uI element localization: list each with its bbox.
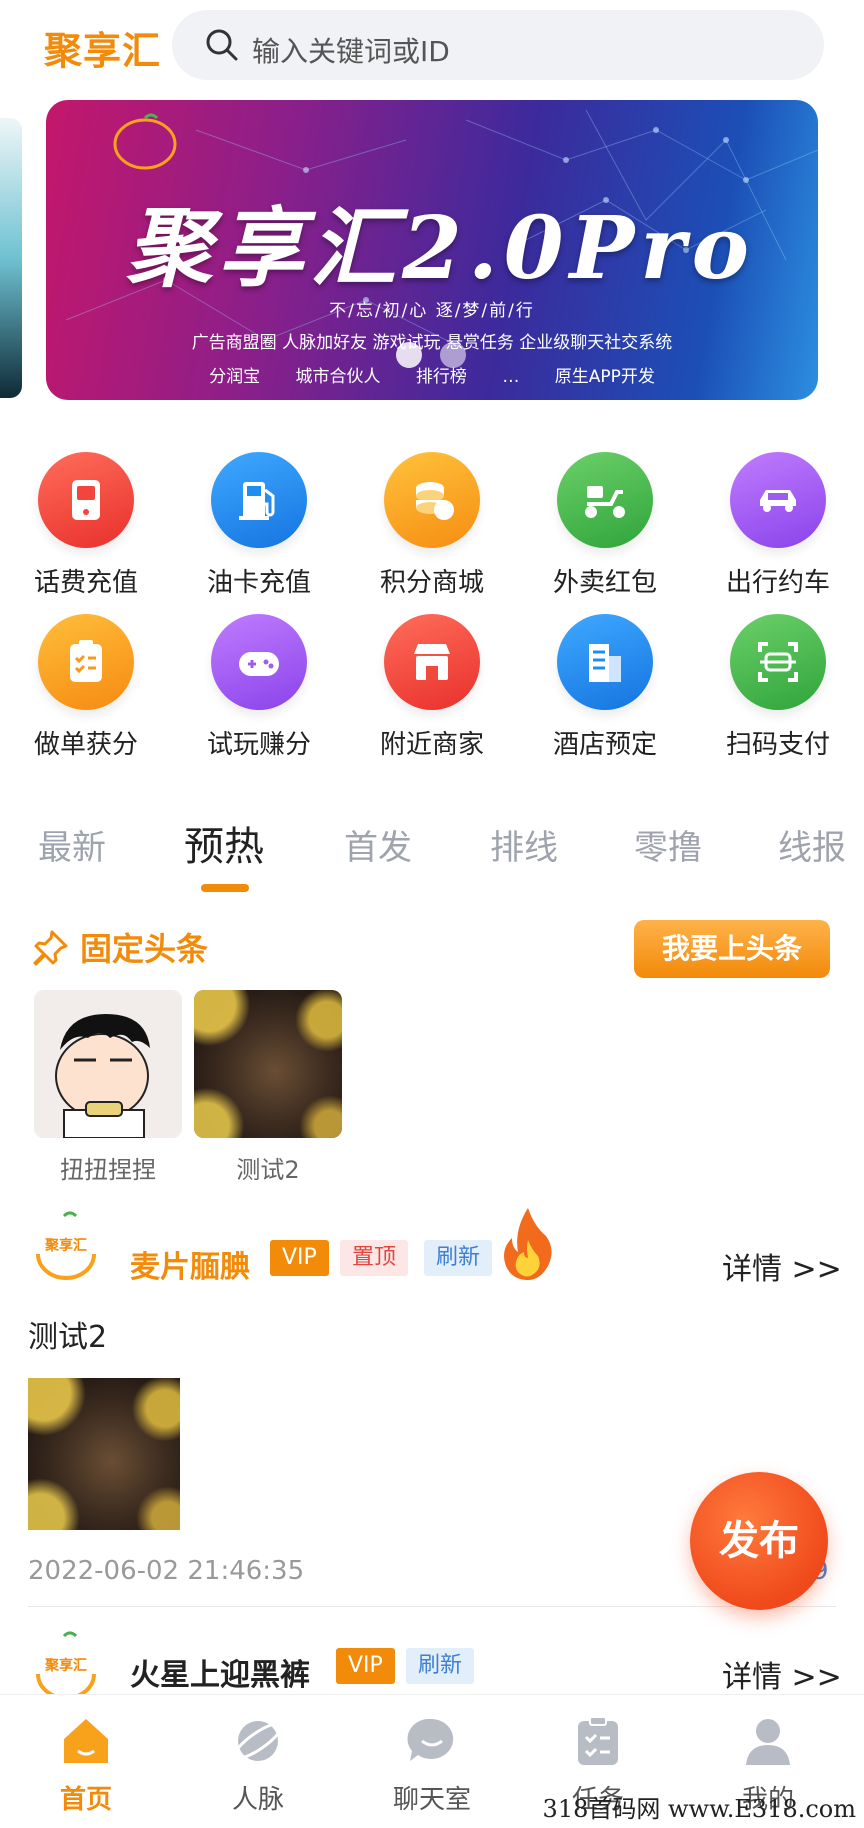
publish-button[interactable]: 发布 <box>690 1472 828 1610</box>
grid-item-points-mall[interactable]: 积分商城 <box>346 452 518 599</box>
carousel-dot[interactable] <box>440 342 466 368</box>
grid-label: 附近商家 <box>379 730 484 760</box>
header: 聚享汇 输入关键词或ID <box>0 0 864 92</box>
nav-label: 首页 <box>59 1785 112 1815</box>
tab-news[interactable]: 线报 <box>778 820 846 869</box>
avatar-text: 聚享汇 <box>44 1657 87 1674</box>
banner-slogan: 不/忘/初/心 逐/梦/前/行 <box>329 301 535 321</box>
post-text: 测试2 <box>28 1320 108 1355</box>
post-image[interactable] <box>28 1378 180 1530</box>
grid-label: 外卖红包 <box>552 568 657 598</box>
search-placeholder: 输入关键词或ID <box>252 35 450 68</box>
carousel-dot-active[interactable] <box>396 342 422 368</box>
post-time: 2022-06-02 21:46:35 <box>28 1556 305 1586</box>
vip-badge: VIP <box>336 1648 395 1684</box>
tab-indicator <box>201 884 249 892</box>
grid-item-takeout[interactable]: 外卖红包 <box>519 452 691 599</box>
grid-label: 积分商城 <box>379 568 484 598</box>
nav-item-home[interactable]: 首页 <box>26 1713 146 1816</box>
pinned-item-image[interactable] <box>34 990 182 1138</box>
task-icon <box>578 1716 618 1765</box>
grid-label: 酒店预定 <box>552 730 657 760</box>
banner-logo-icon <box>113 113 177 170</box>
building-icon <box>557 614 653 710</box>
grid-label: 话费充值 <box>33 568 138 598</box>
refresh-badge: 刷新 <box>406 1648 475 1684</box>
tab-first-release[interactable]: 首发 <box>344 820 412 869</box>
refresh-badge: 刷新 <box>424 1240 493 1276</box>
fuel-pump-icon <box>211 452 307 548</box>
fire-icon <box>504 1208 552 1280</box>
store-icon <box>384 614 480 710</box>
grid-label: 扫码支付 <box>725 730 830 760</box>
nav-item-contacts[interactable]: 人脉 <box>198 1713 318 1816</box>
pin-icon <box>33 930 68 966</box>
clipboard-icon <box>38 614 134 710</box>
grid-label: 出行约车 <box>725 568 830 598</box>
grid-item-hotel[interactable]: 酒店预定 <box>519 614 691 761</box>
scooter-icon <box>557 452 653 548</box>
banner-headline: 聚享汇2.0Pro <box>126 198 755 299</box>
grid-item-task-points[interactable]: 做单获分 <box>0 614 172 761</box>
phone-bill-icon <box>38 452 134 548</box>
category-tabs: 最新 预热 首发 排线 零撸 线报 <box>0 820 864 880</box>
car-icon <box>730 452 826 548</box>
grid-item-trial-play[interactable]: 试玩赚分 <box>173 614 345 761</box>
tab-zero-cost[interactable]: 零撸 <box>634 820 702 869</box>
post-author[interactable]: 火星上迎黑裤 <box>130 1650 310 1694</box>
post-detail-link[interactable]: 详情 >> <box>722 1652 842 1696</box>
grid-item-nearby-store[interactable]: 附近商家 <box>346 614 518 761</box>
planet-icon <box>233 1721 283 1761</box>
post-author[interactable]: 麦片腼腆 <box>130 1242 250 1286</box>
banner-carousel[interactable]: 聚享汇2.0Pro 不/忘/初/心 逐/梦/前/行 广告商盟圈 人脉加好友 游戏… <box>46 100 818 400</box>
pinned-badge: 置顶 <box>340 1240 409 1276</box>
banner-features-line1: 广告商盟圈 人脉加好友 游戏试玩 悬赏任务 企业级聊天社交系统 <box>191 333 673 353</box>
avatar-text: 聚享汇 <box>44 1237 87 1254</box>
grid-label: 油卡充值 <box>206 568 311 598</box>
watermark: 318首码网 www.E318.com <box>542 1795 856 1823</box>
post-divider <box>28 1606 836 1607</box>
pinned-item-label: 扭扭捏捏 <box>60 1156 156 1184</box>
banner-prev-peek[interactable] <box>0 118 22 398</box>
gamepad-icon <box>211 614 307 710</box>
tab-preheat[interactable]: 预热 <box>184 814 264 872</box>
pinned-title: 固定头条 <box>80 930 209 968</box>
coins-icon <box>384 452 480 548</box>
post-detail-link[interactable]: 详情 >> <box>722 1244 842 1288</box>
vip-badge: VIP <box>270 1240 329 1276</box>
grid-item-fuel-card[interactable]: 油卡充值 <box>173 452 345 599</box>
brand-logo: 聚享汇 <box>44 29 162 73</box>
nav-label: 人脉 <box>231 1785 284 1815</box>
nav-item-chatroom[interactable]: 聊天室 <box>372 1713 492 1816</box>
grid-item-ride[interactable]: 出行约车 <box>692 452 864 599</box>
pinned-item-label: 测试2 <box>236 1156 300 1184</box>
avatar[interactable]: 聚享汇 <box>30 1210 102 1282</box>
chat-icon <box>407 1718 454 1761</box>
tab-latest[interactable]: 最新 <box>38 820 106 869</box>
grid-item-scan-pay[interactable]: 扫码支付 <box>692 614 864 761</box>
avatar[interactable]: 聚享汇 <box>30 1630 102 1702</box>
pinned-item-image[interactable] <box>194 990 342 1138</box>
cartoon-avatar-image <box>34 990 182 1138</box>
tab-lines[interactable]: 排线 <box>490 820 558 869</box>
home-icon <box>64 1719 108 1763</box>
grid-label: 试玩赚分 <box>206 730 311 760</box>
scan-icon <box>730 614 826 710</box>
grid-item-phone-bill[interactable]: 话费充值 <box>0 452 172 599</box>
nav-label: 聊天室 <box>392 1785 471 1815</box>
user-icon <box>746 1719 790 1765</box>
grid-label: 做单获分 <box>33 730 138 760</box>
search-input[interactable]: 输入关键词或ID <box>172 10 824 80</box>
banner-features-line2: 分润宝 城市合伙人 排行榜 … 原生APP开发 <box>209 367 655 387</box>
search-icon <box>206 29 238 61</box>
go-headline-button[interactable]: 我要上头条 <box>634 920 830 978</box>
